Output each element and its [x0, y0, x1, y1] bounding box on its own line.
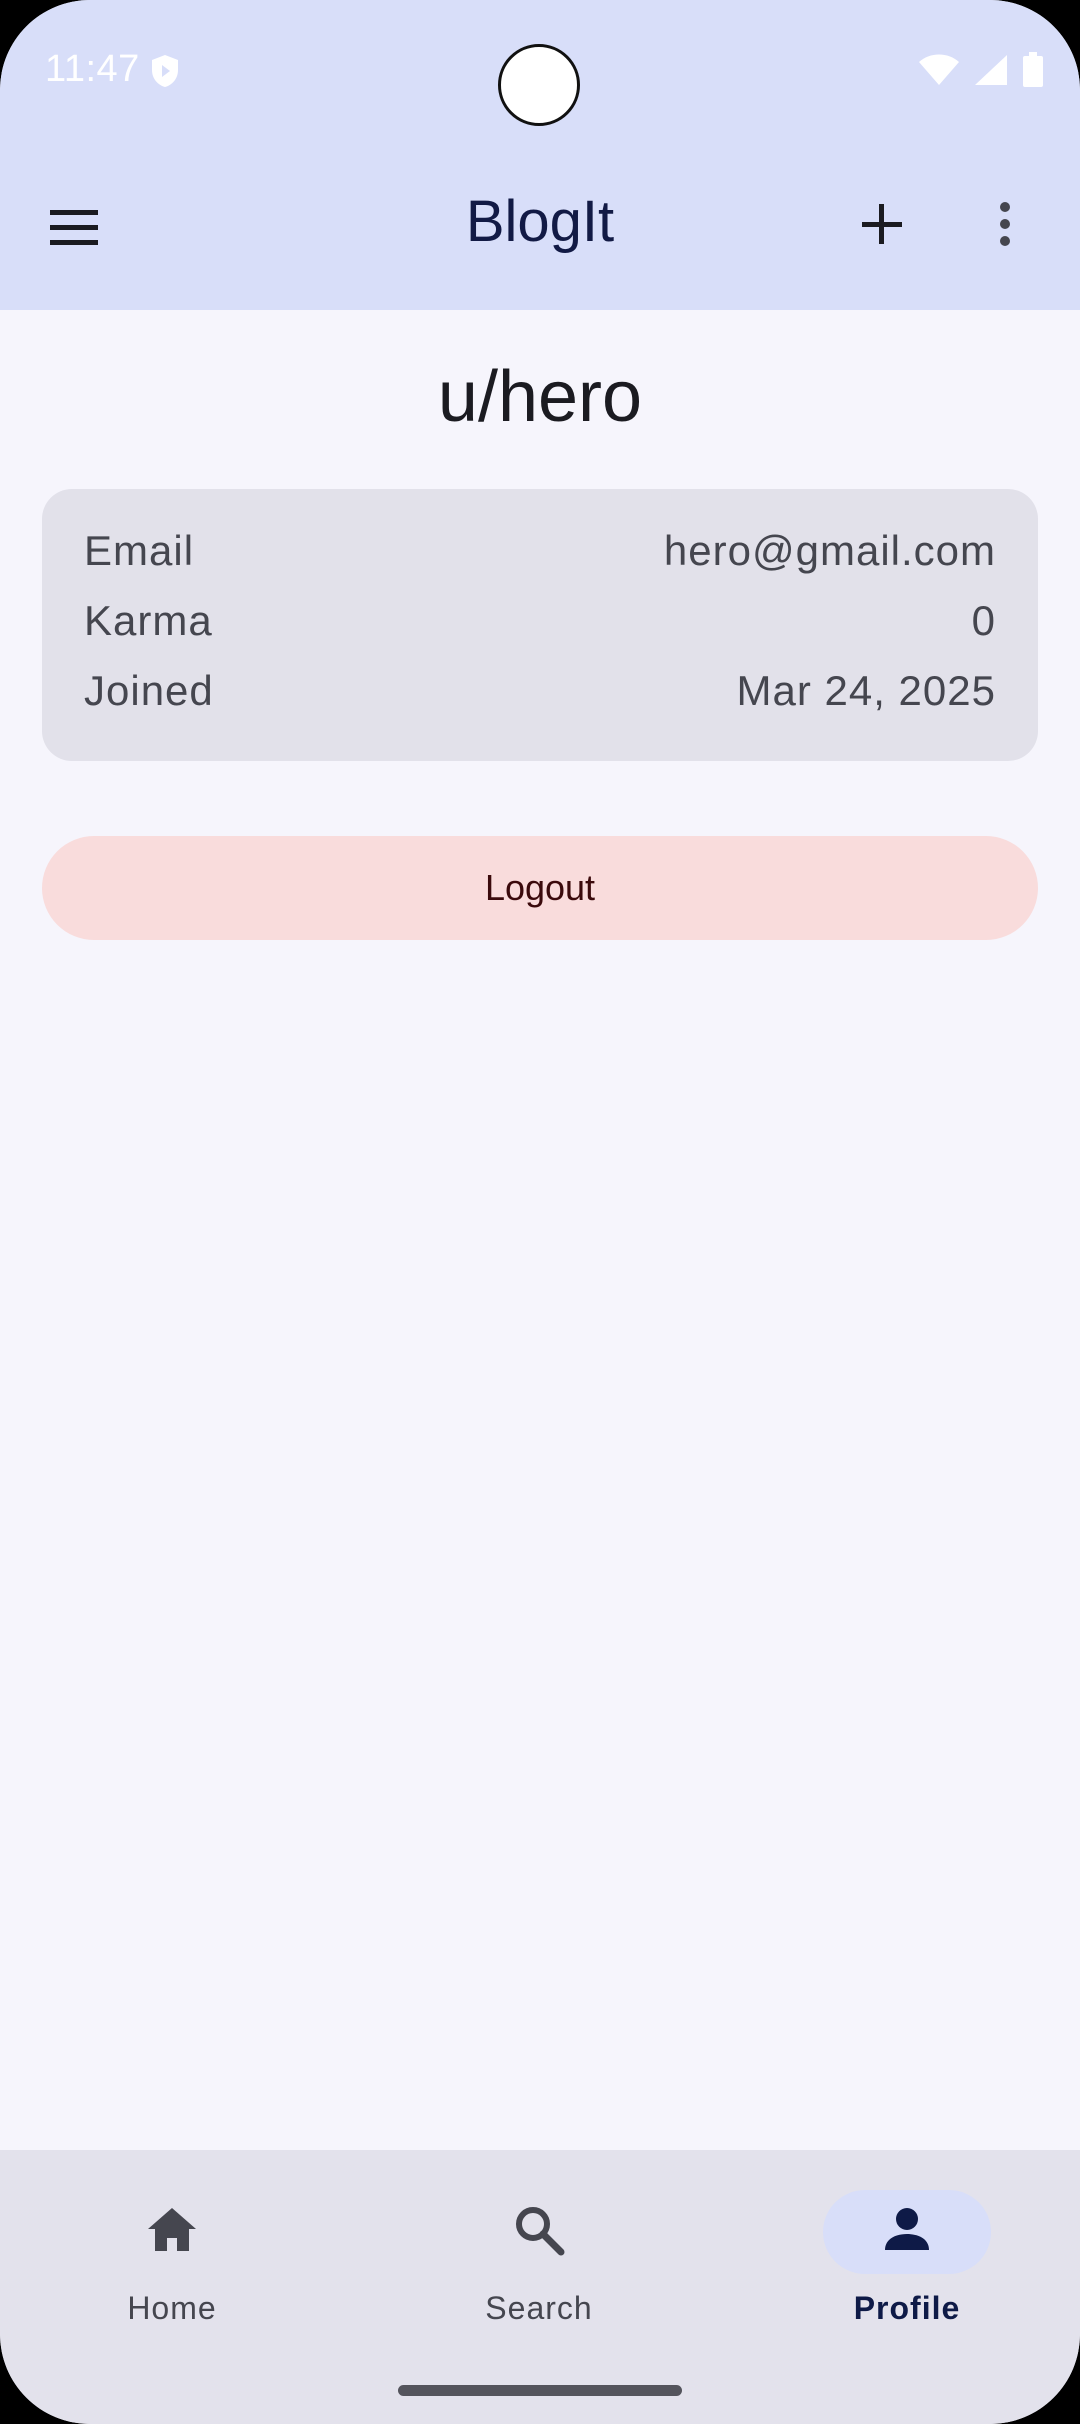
nav-item-profile[interactable]: Profile: [787, 2180, 1027, 2350]
email-value: hero@gmail.com: [663, 527, 996, 574]
camera-cutout: [498, 44, 580, 126]
nav-label-profile: Profile: [853, 2290, 961, 2326]
screen: 11:47 BlogIt u/hero Email hero@gmail.com…: [0, 0, 1080, 2424]
system-icons: [918, 52, 1044, 88]
more-vert-icon[interactable]: [990, 194, 1020, 254]
nav-item-home[interactable]: Home: [52, 2180, 292, 2350]
add-icon[interactable]: [852, 194, 912, 254]
search-icon: [516, 2207, 565, 2256]
profile-info-card: Email hero@gmail.com Karma 0 Joined Mar …: [42, 489, 1038, 761]
app-bar: BlogIt: [0, 170, 1080, 285]
karma-label: Karma: [84, 597, 213, 644]
joined-label: Joined: [84, 667, 214, 714]
email-label: Email: [84, 527, 195, 574]
joined-value: Mar 24, 2025: [736, 667, 996, 714]
signal-icon: [975, 55, 1007, 85]
home-icon: [148, 2208, 196, 2251]
bottom-navigation: Home Search Profile: [0, 2150, 1080, 2424]
status-bar: 11:47: [0, 0, 1080, 140]
profile-username: u/hero: [437, 357, 643, 437]
karma-value: 0: [971, 597, 996, 644]
battery-icon: [1023, 52, 1043, 87]
wifi-icon: [919, 54, 959, 85]
info-row-karma: Karma 0: [84, 597, 996, 657]
nav-label-search: Search: [485, 2290, 593, 2326]
logout-button[interactable]: Logout: [42, 836, 1038, 940]
info-row-joined: Joined Mar 24, 2025: [84, 667, 996, 727]
shield-icon: [152, 55, 178, 87]
info-row-email: Email hero@gmail.com: [84, 527, 996, 587]
app-title: BlogIt: [465, 189, 615, 254]
status-time: 11:47: [45, 48, 140, 90]
person-icon: [885, 2208, 929, 2250]
gesture-home-indicator[interactable]: [398, 2385, 682, 2396]
nav-label-home: Home: [127, 2290, 217, 2326]
nav-item-search[interactable]: Search: [419, 2180, 659, 2350]
top-app-region: 11:47 BlogIt: [0, 0, 1080, 310]
